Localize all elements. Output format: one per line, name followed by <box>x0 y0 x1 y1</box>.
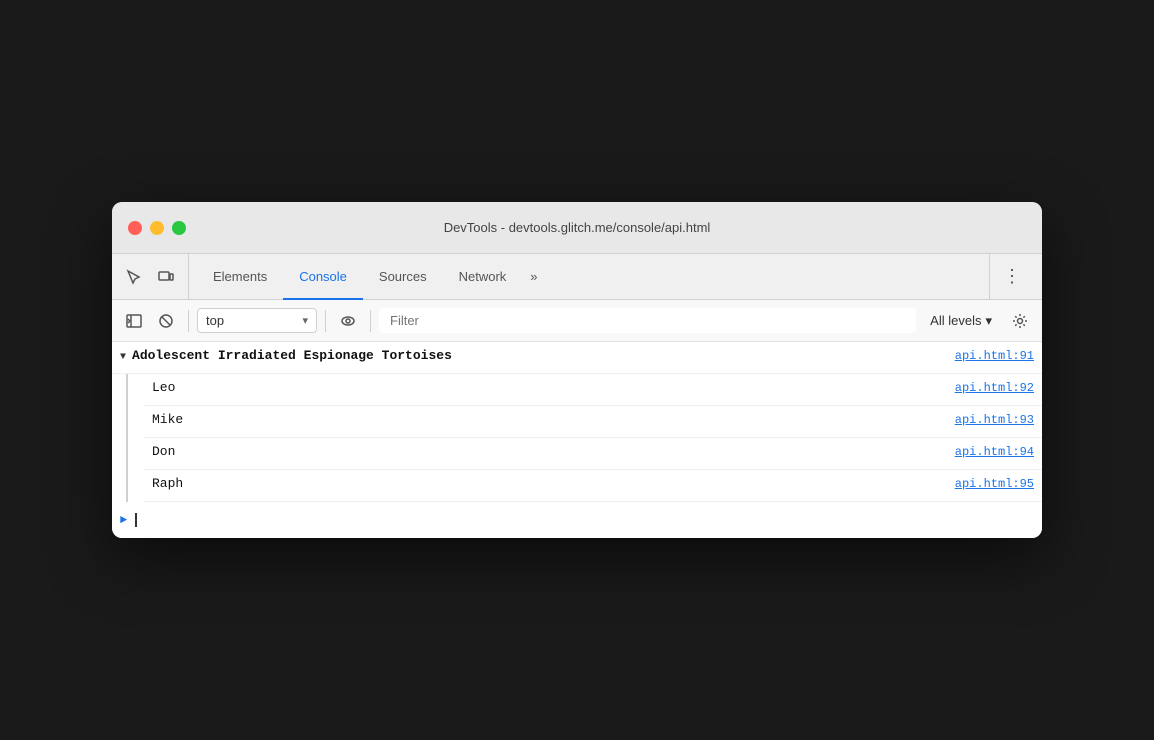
console-content: ▼ Adolescent Irradiated Espionage Tortoi… <box>112 342 1042 538</box>
child-link-mike[interactable]: api.html:93 <box>955 413 1034 427</box>
filter-input[interactable] <box>379 308 916 333</box>
tab-bar-icons <box>120 254 189 299</box>
tab-console[interactable]: Console <box>283 255 363 300</box>
input-chevron-icon: ► <box>120 513 127 527</box>
group-children: Leo api.html:92 Mike api.html:93 Don api… <box>144 374 1042 502</box>
cursor <box>135 513 137 527</box>
list-item: Don api.html:94 <box>144 438 1042 470</box>
child-text-raph: Raph <box>152 476 955 491</box>
log-levels-button[interactable]: All levels ▾ <box>920 309 1002 333</box>
indent-bar <box>126 374 128 502</box>
child-text-mike: Mike <box>152 412 955 427</box>
context-selector-arrow: ▾ <box>302 314 308 327</box>
tab-bar: Elements Console Sources Network » ⋮ <box>112 254 1042 300</box>
toolbar-divider-3 <box>370 310 371 332</box>
tab-bar-tabs: Elements Console Sources Network » <box>197 254 989 299</box>
title-bar: DevTools - devtools.glitch.me/console/ap… <box>112 202 1042 254</box>
tab-sources[interactable]: Sources <box>363 255 443 300</box>
list-item: Mike api.html:93 <box>144 406 1042 438</box>
console-toolbar: top ▾ All levels ▾ <box>112 300 1042 342</box>
window-title: DevTools - devtools.glitch.me/console/ap… <box>444 220 711 235</box>
console-settings-icon[interactable] <box>1006 307 1034 335</box>
clear-console-icon[interactable] <box>152 307 180 335</box>
list-item: Leo api.html:92 <box>144 374 1042 406</box>
group-header-text: Adolescent Irradiated Espionage Tortoise… <box>132 348 955 363</box>
minimize-button[interactable] <box>150 221 164 235</box>
tab-network[interactable]: Network <box>443 255 523 300</box>
expand-arrow-icon[interactable]: ▼ <box>120 352 126 363</box>
log-group-header[interactable]: ▼ Adolescent Irradiated Espionage Tortoi… <box>112 342 1042 374</box>
maximize-button[interactable] <box>172 221 186 235</box>
console-input-line[interactable]: ► <box>112 502 1042 538</box>
context-selector[interactable]: top ▾ <box>197 308 317 333</box>
devtools-window: DevTools - devtools.glitch.me/console/ap… <box>112 202 1042 538</box>
child-text-leo: Leo <box>152 380 955 395</box>
group-children-container: Leo api.html:92 Mike api.html:93 Don api… <box>112 374 1042 502</box>
child-link-don[interactable]: api.html:94 <box>955 445 1034 459</box>
child-link-leo[interactable]: api.html:92 <box>955 381 1034 395</box>
tab-bar-right: ⋮ <box>989 254 1034 299</box>
traffic-lights <box>128 221 186 235</box>
toolbar-divider-2 <box>325 310 326 332</box>
inspect-icon-button[interactable] <box>120 263 148 291</box>
tab-elements[interactable]: Elements <box>197 255 283 300</box>
group-header-link[interactable]: api.html:91 <box>955 349 1034 363</box>
list-item: Raph api.html:95 <box>144 470 1042 502</box>
close-button[interactable] <box>128 221 142 235</box>
eye-icon[interactable] <box>334 307 362 335</box>
device-toggle-button[interactable] <box>152 263 180 291</box>
child-text-don: Don <box>152 444 955 459</box>
child-link-raph[interactable]: api.html:95 <box>955 477 1034 491</box>
devtools-settings-button[interactable]: ⋮ <box>998 263 1026 291</box>
toolbar-divider-1 <box>188 310 189 332</box>
more-tabs-button[interactable]: » <box>522 254 545 299</box>
sidebar-toggle-icon[interactable] <box>120 307 148 335</box>
